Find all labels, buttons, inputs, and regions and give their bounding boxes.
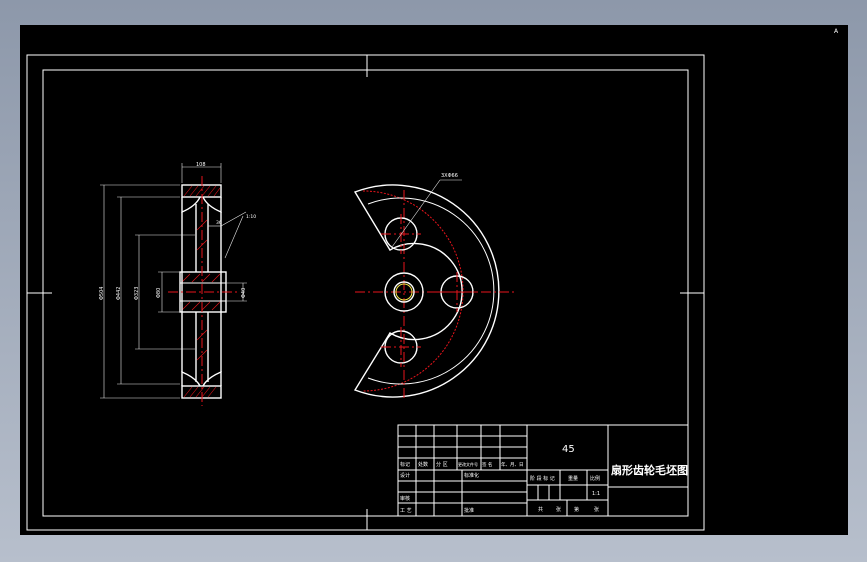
cad-viewport[interactable]: 108 Φ504 Φ442 Φ323 Φ80 Φ40 36 1:10 3XΦ66…: [20, 25, 848, 535]
corner-label: A: [834, 28, 839, 35]
sheet-total-unit: 张: [556, 506, 561, 513]
approve-label: 批准: [464, 507, 474, 514]
sheet-total-label: 共: [538, 506, 543, 513]
dim-width-label: 108: [196, 162, 206, 168]
dim-pitch-label: Φ442: [116, 287, 122, 300]
front-view: 3XΦ66: [353, 173, 515, 398]
title-block: 45 扇形齿轮毛坯图 标记 处数 分 区 更改文件号 签 名 年、月、日 设计 …: [397, 424, 689, 517]
review-label: 审核: [400, 495, 410, 502]
dim-bore-label: Φ40: [241, 288, 247, 298]
weight-label: 重量: [568, 475, 578, 482]
row-label-mark: 标记: [400, 461, 410, 468]
dim-outer-label: Φ504: [99, 287, 105, 300]
section-dimensions: [100, 163, 247, 399]
row-label-date: 年、月、日: [501, 461, 524, 468]
scale-label: 比例: [590, 475, 600, 482]
stage-label: 阶 段 标 记: [530, 475, 555, 482]
centering-marks: [27, 55, 704, 530]
design-label: 设计: [400, 472, 410, 479]
dim-inner-label: Φ323: [134, 287, 140, 300]
material-label: 45: [562, 444, 575, 455]
row-label-sign: 签 名: [482, 461, 492, 468]
drawing-title: 扇形齿轮毛坯图: [611, 463, 688, 477]
dim-web-label: 36: [216, 220, 222, 226]
row-label-change-doc: 更改文件号: [458, 461, 478, 467]
cad-drawing: 108 Φ504 Φ442 Φ323 Φ80 Φ40 36 1:10 3XΦ66…: [26, 54, 705, 531]
holes-note-label: 3XΦ66: [441, 173, 458, 179]
dim-hub-label: Φ80: [156, 288, 162, 298]
scale-value: 1:1: [592, 491, 600, 497]
row-label-zone: 分 区: [436, 461, 448, 468]
standardize-label: 标准化: [464, 472, 479, 479]
section-view: 108 Φ504 Φ442 Φ323 Φ80 Φ40 36 1:10: [99, 162, 256, 406]
taper-note-label: 1:10: [246, 214, 256, 220]
sector-outline: [353, 184, 500, 398]
row-label-count: 处数: [418, 461, 428, 468]
sheet-index-unit: 张: [594, 506, 599, 513]
process-label: 工 艺: [400, 508, 412, 514]
sheet-border-outer: [26, 54, 705, 531]
sheet-index-label: 第: [574, 506, 579, 513]
